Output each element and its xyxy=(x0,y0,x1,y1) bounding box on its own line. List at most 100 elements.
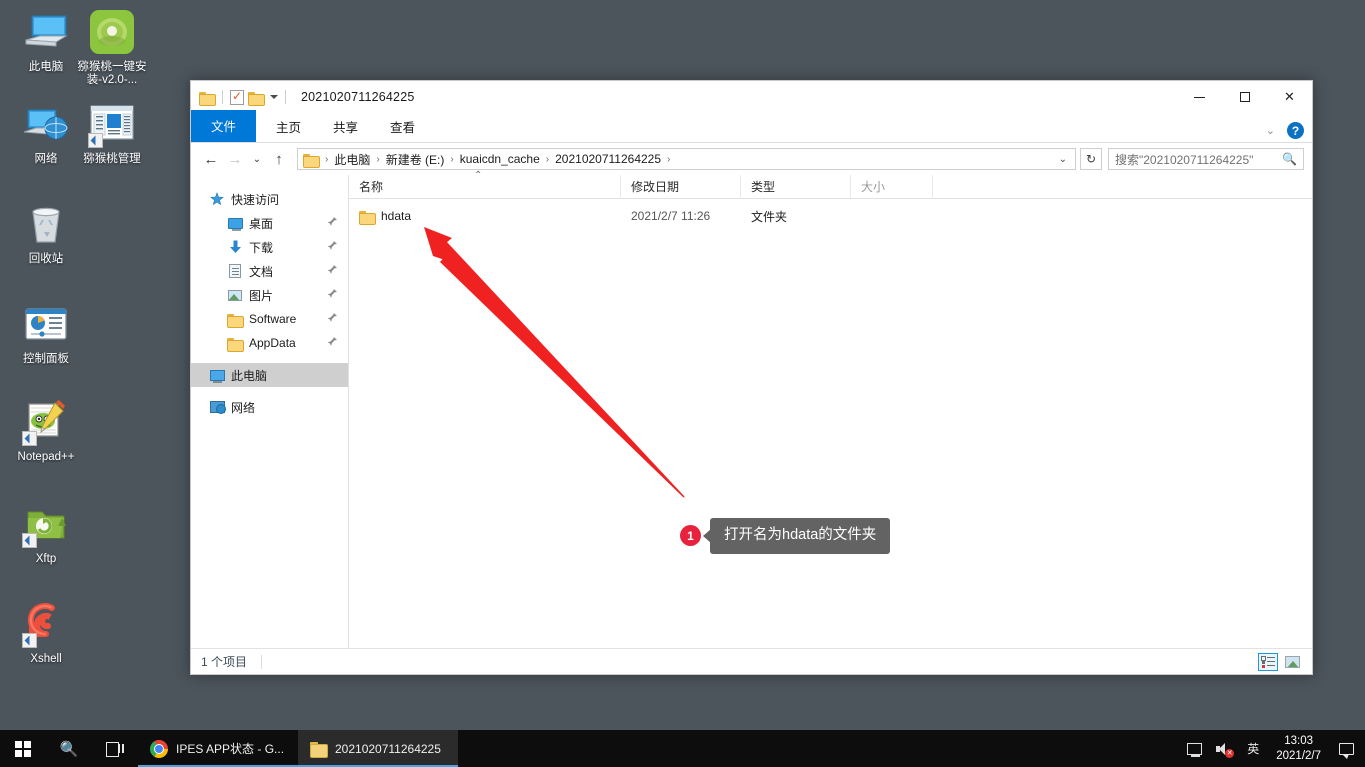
sidebar-item-desktop[interactable]: 桌面 xyxy=(191,211,348,235)
desktop-icon-xshell[interactable]: Xshell xyxy=(8,600,84,666)
close-button[interactable]: ✕ xyxy=(1267,81,1312,113)
desktop-icon-recycle-bin[interactable]: 回收站 xyxy=(8,200,84,266)
ribbon-tab-bar[interactable]: 文件 主页 共享 查看 ⌄ ? xyxy=(191,110,1312,143)
maximize-button[interactable] xyxy=(1222,81,1267,113)
start-button[interactable] xyxy=(0,730,46,767)
breadcrumb-separator[interactable]: › xyxy=(545,154,550,165)
desktop-icon-control-panel[interactable]: 控制面板 xyxy=(8,300,84,366)
notification-icon[interactable] xyxy=(1331,730,1361,767)
folder-icon xyxy=(310,741,328,758)
desktop-icon-label: 猕猴桃管理 xyxy=(83,153,141,165)
back-button[interactable]: ← xyxy=(199,147,223,171)
desktop-icon-kiwi-installer[interactable]: 猕猴桃一键安装-v2.0-... xyxy=(74,8,150,87)
system-tray[interactable]: ✕ 英 13:03 2021/2/7 xyxy=(1180,730,1365,767)
recent-locations-button[interactable]: ⌄ xyxy=(247,147,267,171)
navigation-pane[interactable]: 快速访问 桌面 下载 文档 图片 Software AppData 此电脑 网络 xyxy=(191,175,349,648)
breadcrumb-item-volume-e[interactable]: 新建卷 (E:) xyxy=(383,150,448,169)
large-icons-view-icon[interactable] xyxy=(1282,653,1302,671)
breadcrumb-separator[interactable]: › xyxy=(449,154,454,165)
column-header-type[interactable]: 类型 xyxy=(741,174,851,199)
refresh-button[interactable]: ↻ xyxy=(1080,148,1102,170)
ribbon-right-controls[interactable]: ⌄ ? xyxy=(1266,122,1304,139)
breadcrumb[interactable]: › 此电脑 › 新建卷 (E:) › kuaicdn_cache › 20210… xyxy=(297,148,1076,170)
tab-view[interactable]: 查看 xyxy=(374,113,431,142)
taskbar-app-chrome[interactable]: IPES APP状态 - G... xyxy=(138,730,298,767)
file-explorer-window[interactable]: 2021020711264225 ✕ 文件 主页 共享 查看 ⌄ ? ← → ⌄… xyxy=(190,80,1313,675)
tab-share[interactable]: 共享 xyxy=(317,113,374,142)
taskbar[interactable]: 🔍 IPES APP状态 - G... 2021020711264225 ✕ 英… xyxy=(0,730,1365,767)
tab-home[interactable]: 主页 xyxy=(260,113,317,142)
pin-icon[interactable] xyxy=(327,336,338,350)
sidebar-item-appdata[interactable]: AppData xyxy=(191,331,348,355)
new-folder-icon[interactable] xyxy=(248,91,265,106)
sidebar-item-label: 桌面 xyxy=(249,216,274,231)
search-icon[interactable]: 🔍 xyxy=(1282,152,1297,166)
minimize-button[interactable] xyxy=(1177,81,1222,113)
desktop-icon-this-pc[interactable]: 此电脑 xyxy=(8,8,84,74)
search-icon[interactable]: 🔍 xyxy=(46,730,92,767)
breadcrumb-dropdown-icon[interactable]: ⌄ xyxy=(1055,154,1071,165)
sidebar-item-quick-access[interactable]: 快速访问 xyxy=(191,187,348,211)
clock[interactable]: 13:03 2021/2/7 xyxy=(1266,730,1331,767)
pin-icon[interactable] xyxy=(327,216,338,230)
breadcrumb-item-kuaicdn-cache[interactable]: kuaicdn_cache xyxy=(457,151,543,167)
ime-indicator[interactable]: 英 xyxy=(1240,730,1266,767)
pin-icon[interactable] xyxy=(327,264,338,278)
desktop-icon-xftp[interactable]: Xftp xyxy=(8,500,84,566)
pin-icon[interactable] xyxy=(327,312,338,326)
breadcrumb-item-this-pc[interactable]: 此电脑 xyxy=(331,150,373,169)
window-control-buttons[interactable]: ✕ xyxy=(1177,81,1312,113)
item-count-label: 1 个项目 xyxy=(201,655,248,669)
volume-muted-icon[interactable]: ✕ xyxy=(1209,730,1240,767)
desktop-icon-notepad-plus-plus[interactable]: Notepad++ xyxy=(8,398,84,464)
sidebar-item-network[interactable]: 网络 xyxy=(191,395,348,419)
sidebar-item-software[interactable]: Software xyxy=(191,307,348,331)
details-view-icon[interactable] xyxy=(1258,652,1278,671)
file-rows: hdata 2021/2/7 11:26 文件夹 xyxy=(349,199,1312,648)
breadcrumb-folder-icon xyxy=(303,153,320,168)
desktop-icon xyxy=(227,215,243,231)
title-bar[interactable]: 2021020711264225 ✕ xyxy=(191,81,1312,113)
address-bar[interactable]: ← → ⌄ ↑ › 此电脑 › 新建卷 (E:) › kuaicdn_cache… xyxy=(191,143,1312,175)
breadcrumb-separator[interactable]: › xyxy=(324,154,329,165)
sidebar-item-label: 网络 xyxy=(231,400,256,415)
file-name-label: hdata xyxy=(381,209,412,223)
help-button[interactable]: ? xyxy=(1287,122,1304,139)
properties-icon[interactable] xyxy=(230,89,244,105)
task-view-icon[interactable] xyxy=(92,730,138,767)
sidebar-item-documents[interactable]: 文档 xyxy=(191,259,348,283)
file-list-pane[interactable]: 名称 ⌃ 修改日期 类型 大小 hdata 2021/2/7 11:26 文件夹 xyxy=(349,170,1312,648)
customize-caret-icon[interactable] xyxy=(270,95,278,99)
sidebar-item-downloads[interactable]: 下载 xyxy=(191,235,348,259)
folder-icon xyxy=(227,335,244,352)
quick-access-toolbar[interactable] xyxy=(191,89,289,106)
desktop-icon-network[interactable]: 网络 xyxy=(8,100,84,166)
tab-file[interactable]: 文件 xyxy=(191,110,257,142)
clock-date: 2021/2/7 xyxy=(1276,749,1321,762)
this-pc-icon xyxy=(22,8,70,56)
search-input[interactable]: 搜索"2021020711264225" 🔍 xyxy=(1108,148,1304,170)
up-button[interactable]: ↑ xyxy=(267,147,291,171)
table-row[interactable]: hdata 2021/2/7 11:26 文件夹 xyxy=(349,205,1312,227)
desktop-icon-kiwi-manage[interactable]: 猕猴桃管理 xyxy=(74,100,150,166)
sort-ascending-icon: ⌃ xyxy=(474,169,483,181)
sidebar-item-pictures[interactable]: 图片 xyxy=(191,283,348,307)
display-icon[interactable] xyxy=(1180,730,1209,767)
sidebar-item-this-pc[interactable]: 此电脑 xyxy=(191,363,348,387)
breadcrumb-separator[interactable]: › xyxy=(375,154,380,165)
breadcrumb-item-current[interactable]: 2021020711264225 xyxy=(552,151,664,167)
folder-icon[interactable] xyxy=(199,91,216,106)
pin-icon[interactable] xyxy=(327,288,338,302)
column-header-date[interactable]: 修改日期 xyxy=(621,174,741,199)
view-mode-buttons[interactable] xyxy=(1258,652,1302,671)
column-header-size[interactable]: 大小 xyxy=(851,174,933,199)
chevron-down-icon[interactable]: ⌄ xyxy=(1266,124,1275,137)
shortcut-overlay-icon xyxy=(88,133,103,148)
forward-button[interactable]: → xyxy=(223,147,247,171)
column-header-row[interactable]: 名称 ⌃ 修改日期 类型 大小 xyxy=(349,170,1312,199)
pin-icon[interactable] xyxy=(327,240,338,254)
file-name-cell[interactable]: hdata xyxy=(349,209,621,225)
breadcrumb-separator[interactable]: › xyxy=(666,154,671,165)
column-header-name[interactable]: 名称 ⌃ xyxy=(349,170,621,199)
taskbar-app-explorer[interactable]: 2021020711264225 xyxy=(298,730,458,767)
